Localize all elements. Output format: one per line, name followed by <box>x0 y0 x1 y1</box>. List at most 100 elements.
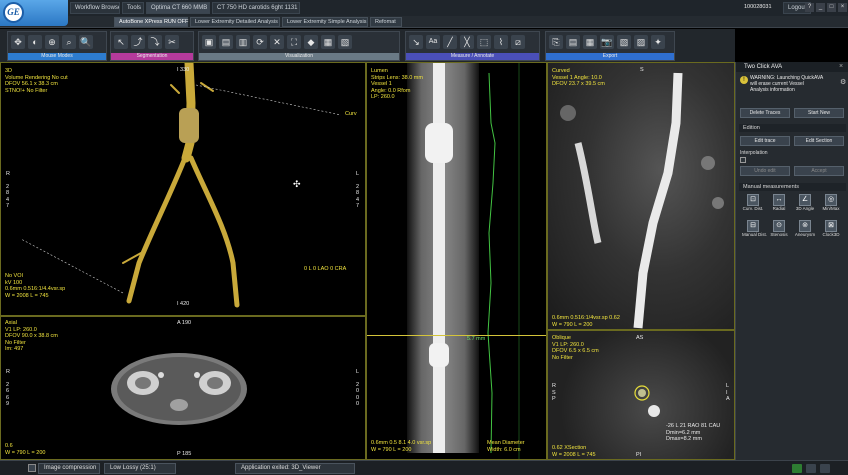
undo-edit-button[interactable]: Undo edit <box>740 166 790 176</box>
search-icon[interactable]: 🔍 <box>79 35 93 49</box>
remove-seg-icon[interactable]: ⤵ <box>148 35 162 49</box>
lumen-calcification <box>425 123 453 163</box>
tab-optima[interactable]: Optima CT 660 MMB <box>146 2 210 14</box>
diameter-graph <box>487 63 520 459</box>
grid-icon[interactable]: ▦ <box>321 35 335 49</box>
axial-right-marks: L 2 0 0 0 <box>356 369 359 408</box>
film-icon[interactable]: ▦ <box>583 35 597 49</box>
tab-workflow-browser[interactable]: Workflow Browser <box>70 2 120 14</box>
oblique-line: DFOV 6.5 x 6.5 cm <box>552 348 599 354</box>
text-annotate-icon[interactable]: Aa <box>426 35 440 49</box>
line-icon[interactable]: ╱ <box>443 35 457 49</box>
help-icon[interactable]: ? <box>805 3 814 12</box>
angle-tool[interactable]: ∠ 3D Angle <box>794 194 816 216</box>
arrow-icon[interactable]: ↘ <box>409 35 423 49</box>
group-label-visualization: Visualization <box>199 53 399 60</box>
interpolation-checkbox[interactable] <box>740 157 746 163</box>
compression-level[interactable]: Low Lossy (25:1) <box>104 463 176 474</box>
preset-icon[interactable]: ▧ <box>338 35 352 49</box>
rotate-icon[interactable]: ⟳ <box>253 35 267 49</box>
status-indicator <box>806 464 816 473</box>
curv-dist-tool[interactable]: ⊡ Curv. Dist. <box>742 194 764 216</box>
clock3d-tool[interactable]: ⊠ Clock3D <box>820 220 842 242</box>
group-label-export: Export <box>546 53 674 60</box>
mip-icon[interactable]: ▥ <box>236 35 250 49</box>
group-label-measure: Measure / Annotate <box>406 53 539 60</box>
axial-bottom-marker: P 185 <box>177 451 192 457</box>
image-compression-label[interactable]: Image compression <box>38 463 100 474</box>
curv-dist-icon: ⊡ <box>747 194 759 206</box>
select-icon[interactable]: ↖ <box>114 35 128 49</box>
reset-icon[interactable]: ✕ <box>270 35 284 49</box>
two-click-ava-panel: Two Click AVA × ! WARNING: Launching Qui… <box>735 62 848 460</box>
tab-autobone[interactable]: AutoBone XPress RUN OFF <box>114 17 188 27</box>
tool-label: Radial <box>772 206 786 211</box>
add-seg-icon[interactable]: ⤴ <box>131 35 145 49</box>
delete-traces-button[interactable]: Delete Traces <box>740 108 790 118</box>
slab-icon[interactable]: ▤ <box>219 35 233 49</box>
viewport-lumen[interactable]: 5.7 mm Lumen Strips Lens: 38.0 mm Vessel… <box>366 62 547 460</box>
axial-left-marks: R 2 6 6 9 <box>6 369 10 408</box>
user-id: 100028031 <box>744 4 772 10</box>
group-measure: ↘ Aa ╱ ╳ ⬚ ⌇ ⧄ Measure / Annotate <box>405 31 540 61</box>
tab-lower-detailed[interactable]: Lower Extremity Detailed Analysis <box>190 17 280 27</box>
compression-icon <box>28 464 36 472</box>
group-visualization: ▣ ▤ ▥ ⟳ ✕ ⛶ ◆ ▦ ▧ Visualization <box>198 31 400 61</box>
pan-icon[interactable]: ✥ <box>11 35 25 49</box>
viewport-3d[interactable]: 3D Volume Rendering No cut DFOV 56.1 x 3… <box>0 62 366 316</box>
interpolation-label: Interpolation <box>740 150 768 156</box>
panel-close-icon[interactable]: × <box>839 63 843 70</box>
oblique-top-marker: AS <box>636 335 644 341</box>
tab-refomat[interactable]: Refomat <box>370 17 402 27</box>
start-new-button[interactable]: Start New <box>794 108 844 118</box>
camera-icon[interactable]: 📷 <box>600 35 614 49</box>
vp3d-footer-line: W = 2008 L = 745 <box>5 292 49 299</box>
maximize-button[interactable]: □ <box>827 3 836 12</box>
viewport-axial[interactable]: Axial V1 LP: 260.0 DFOV 90.0 x 38.8 cm N… <box>0 316 366 460</box>
edit-section-button[interactable]: Edit Section <box>794 136 844 146</box>
fullscreen-icon[interactable]: ⛶ <box>287 35 301 49</box>
curved-footer-line: W = 790 L = 200 <box>552 321 593 328</box>
aneurysm-tool[interactable]: ⊚ Aneurysm <box>794 220 816 242</box>
group-mouse-modes: ✥ ◐ ⊕ ⌕ 🔍 Mouse Modes <box>7 31 107 61</box>
minmax-tool[interactable]: ◎ Min/Max <box>820 194 842 216</box>
orient-mark: 7 <box>6 203 10 209</box>
tab-ct750[interactable]: CT 750 HD carotids 6ght 1131 <box>212 2 300 14</box>
save-icon[interactable]: ⎘ <box>549 35 563 49</box>
oblique-footer-line: W = 2008 L = 745 <box>552 451 596 458</box>
report-icon[interactable]: ▤ <box>566 35 580 49</box>
status-indicator <box>820 464 830 473</box>
cut-icon[interactable]: ✂ <box>165 35 179 49</box>
erase-icon[interactable]: ⧄ <box>511 35 525 49</box>
curved-top-marker: S <box>640 67 644 73</box>
lumen-footer-line: 0.6mm 0.5 8.1 4.0 vsr.sp <box>371 440 432 446</box>
movie-icon[interactable]: ✦ <box>651 35 665 49</box>
angle-icon[interactable]: ⌇ <box>494 35 508 49</box>
mouse-mode-icons: ✥ ◐ ⊕ ⌕ 🔍 <box>11 35 103 51</box>
tab-lower-simple[interactable]: Lower Extremity Simple Analysis <box>282 17 368 27</box>
lumen-diameter: Mean Diameter Width: 6.0 cm <box>487 440 525 453</box>
cross-icon[interactable]: ╳ <box>460 35 474 49</box>
series-icon[interactable]: ▧ <box>617 35 631 49</box>
radial-tool[interactable]: ↔ Radial <box>768 194 790 216</box>
lumen-header: Lumen Strips Lens: 38.0 mm Vessel 1 Angl… <box>371 68 423 101</box>
accept-button[interactable]: Accept <box>794 166 844 176</box>
axial-line: DFOV 90.0 x 38.8 cm <box>5 333 58 339</box>
batch-icon[interactable]: ▨ <box>634 35 648 49</box>
zoom-icon[interactable]: ⊕ <box>45 35 59 49</box>
edit-trace-button[interactable]: Edit trace <box>740 136 790 146</box>
minimize-button[interactable]: _ <box>816 3 825 12</box>
roi-icon[interactable]: ⬚ <box>477 35 491 49</box>
magnify-icon[interactable]: ⌕ <box>62 35 76 49</box>
settings-icon[interactable]: ⚙ <box>840 78 846 86</box>
layout-icon[interactable]: ▣ <box>202 35 216 49</box>
close-button[interactable]: × <box>838 3 847 12</box>
manual-dist-tool[interactable]: ⊟ Manual Dist. <box>742 220 767 242</box>
stenosis-tool[interactable]: ⊙ Stenosis <box>768 220 790 242</box>
window-level-icon[interactable]: ◐ <box>28 35 42 49</box>
orient-mark: L <box>356 171 360 177</box>
tab-tools[interactable]: Tools <box>122 2 144 14</box>
render-icon[interactable]: ◆ <box>304 35 318 49</box>
viewport-oblique[interactable]: Oblique V1 LP: 260.0 DFOV 6.5 x 6.5 cm N… <box>547 330 735 460</box>
viewport-curved[interactable]: Curved Vessel 1 Angle: 10.0 DFOV 23.7 x … <box>547 62 735 330</box>
